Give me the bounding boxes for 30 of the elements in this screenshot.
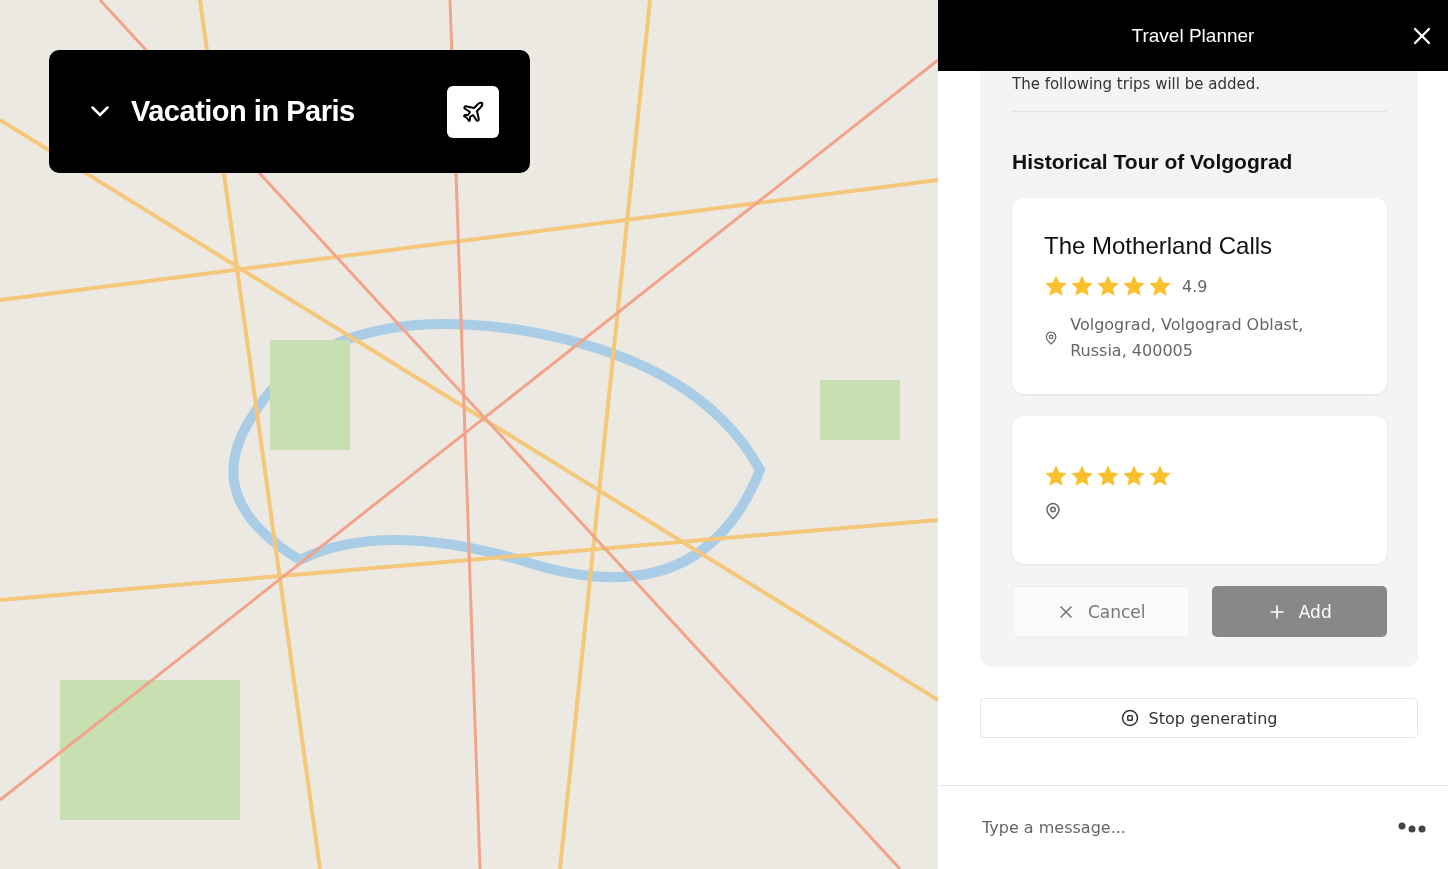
star-icon — [1044, 464, 1068, 488]
add-button[interactable]: Add — [1211, 586, 1387, 637]
location-pin-icon — [1044, 329, 1059, 347]
star-icon — [1096, 464, 1120, 488]
panel-title: Travel Planner — [1131, 24, 1255, 47]
plane-icon — [461, 99, 485, 124]
location-pin-icon — [1044, 502, 1062, 520]
star-icon — [1070, 464, 1094, 488]
more-button[interactable] — [1398, 821, 1426, 834]
star-icon — [1096, 274, 1120, 298]
stop-generating-button[interactable]: Stop generating — [980, 698, 1418, 738]
star-icon — [1148, 274, 1172, 298]
more-icon — [1398, 821, 1426, 834]
star-icon — [1122, 274, 1146, 298]
message-input[interactable]: Type a message... — [980, 817, 1398, 838]
place-name: The Motherland Calls — [1044, 232, 1274, 260]
star-icon — [1070, 274, 1094, 298]
place-address: Volgograd, Volgograd Oblast, Russia, 400005 — [1070, 314, 1305, 362]
stop-icon — [1120, 709, 1139, 727]
star-icon — [1122, 464, 1146, 488]
star-icon — [1044, 274, 1068, 298]
plane-button[interactable] — [447, 85, 499, 138]
cancel-button[interactable]: Cancel — [1012, 586, 1190, 637]
trip-heading: Historical Tour of Volgograd — [1012, 150, 1294, 174]
rating-value: 4.9 — [1182, 276, 1208, 296]
star-icon — [1148, 464, 1172, 488]
trip-title: Vacation in Paris — [131, 95, 356, 128]
expand-toggle[interactable] — [91, 106, 109, 117]
chevron-down-icon — [91, 106, 109, 117]
message-text: The following trips will be added. — [1012, 71, 1387, 112]
